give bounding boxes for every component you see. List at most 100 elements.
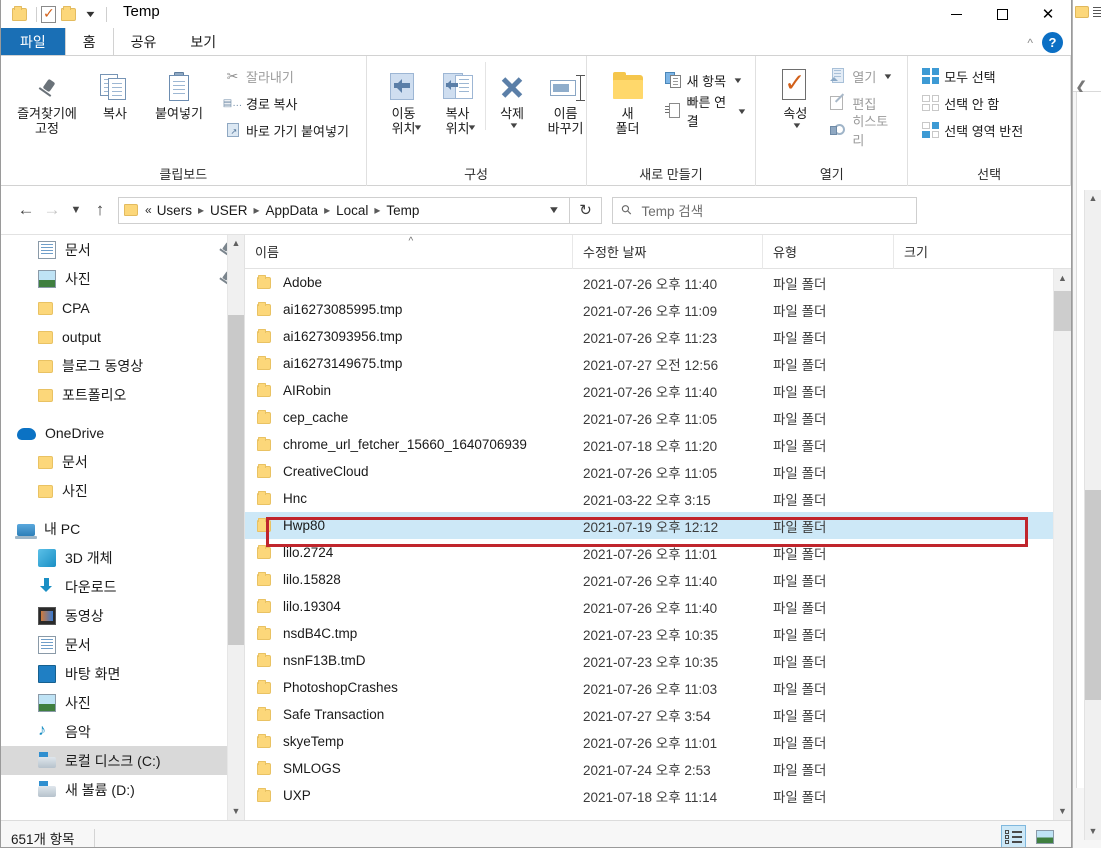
column-header-size[interactable]: 크기 xyxy=(894,235,1004,269)
open-button[interactable]: 열기 ▼ xyxy=(828,64,900,88)
chevron-down-icon[interactable]: ▼ xyxy=(228,803,244,820)
up-button[interactable]: ↑ xyxy=(87,196,113,224)
breadcrumb-item-user[interactable]: USER xyxy=(210,203,248,218)
details-view-button[interactable] xyxy=(1001,825,1026,847)
breadcrumb-item-appdata[interactable]: AppData xyxy=(266,203,319,218)
sidebar-item-onedrive[interactable]: OneDrive xyxy=(1,418,244,447)
table-row[interactable]: CreativeCloud 2021-07-26 오후 11:05 파일 폴더 xyxy=(245,458,1053,485)
chevron-up-icon[interactable]: ▲ xyxy=(1085,190,1101,207)
background-window-scrollbar[interactable]: ▲ ▼ xyxy=(1084,190,1101,840)
sidebar-item-portfolio[interactable]: 포트폴리오 xyxy=(1,380,244,409)
chevron-up-icon[interactable]: ▲ xyxy=(228,235,244,252)
properties-icon[interactable] xyxy=(41,5,56,23)
history-button[interactable]: 히스토리 xyxy=(828,114,900,148)
table-row[interactable]: ai16273093956.tmp 2021-07-26 오후 11:23 파일 폴… xyxy=(245,323,1053,350)
rename-button[interactable]: 이름 바꾸기 xyxy=(539,62,593,136)
tab-home[interactable]: 홈 xyxy=(64,28,114,55)
chevron-down-icon[interactable]: ▼ xyxy=(508,121,519,130)
tab-file[interactable]: 파일 xyxy=(1,28,65,55)
sidebar-item-blog-video[interactable]: 블로그 동영상 xyxy=(1,351,244,380)
chevron-down-icon[interactable]: ▼ xyxy=(791,121,802,130)
chevron-up-icon[interactable]: ▲ xyxy=(1054,269,1071,287)
sidebar-item-3d-objects[interactable]: 3D 개체 xyxy=(1,543,244,572)
navigation-pane[interactable]: 문서 사진 CPA output 블로그 동영상 포트폴리오 OneDrive … xyxy=(1,235,244,820)
table-row[interactable]: Hnc 2021-03-22 오후 3:15 파일 폴더 xyxy=(245,485,1053,512)
sidebar-item-new-volume-d[interactable]: 새 볼륨 (D:) xyxy=(1,775,244,804)
sidebar-item-this-pc[interactable]: 내 PC xyxy=(1,514,244,543)
chevron-down-icon[interactable]: ▼ xyxy=(412,123,423,132)
move-to-button[interactable]: 이동 위치 ▼ xyxy=(377,62,431,136)
sidebar-item-cpa[interactable]: CPA xyxy=(1,293,244,322)
address-input[interactable]: « Users ▸ USER ▸ AppData ▸ Local ▸ Temp … xyxy=(118,196,570,224)
column-header-name[interactable]: ^ 이름 xyxy=(245,235,573,269)
paste-button[interactable]: 붙여넣기 xyxy=(144,62,214,121)
sidebar-item-desktop[interactable]: 바탕 화면 xyxy=(1,659,244,688)
sidebar-item-onedrive-documents[interactable]: 문서 xyxy=(1,447,244,476)
sidebar-item-output[interactable]: output xyxy=(1,322,244,351)
select-all-button[interactable]: 모두 선택 xyxy=(920,64,1025,88)
folder-icon[interactable] xyxy=(12,5,27,21)
collapse-ribbon-button[interactable]: ^ xyxy=(1027,36,1033,50)
column-header-date-modified[interactable]: 수정한 날짜 xyxy=(573,235,763,269)
table-row[interactable]: skyeTemp 2021-07-26 오후 11:01 파일 폴더 xyxy=(245,728,1053,755)
sidebar-item-documents-qa[interactable]: 문서 xyxy=(1,235,244,264)
table-row[interactable]: Adobe 2021-07-26 오후 11:40 파일 폴더 xyxy=(245,269,1053,296)
scrollbar-thumb[interactable] xyxy=(1085,490,1101,700)
sidebar-item-videos[interactable]: 동영상 xyxy=(1,601,244,630)
chevron-right-icon[interactable]: ▸ xyxy=(324,203,330,217)
sidebar-item-documents[interactable]: 문서 xyxy=(1,630,244,659)
table-row[interactable]: SMLOGS 2021-07-24 오후 2:53 파일 폴더 xyxy=(245,755,1053,782)
paste-shortcut-button[interactable]: ↗ 바로 가기 붙여넣기 xyxy=(222,118,351,142)
help-icon[interactable]: ? xyxy=(1042,32,1063,53)
new-item-button[interactable]: 새 항목 ▼ xyxy=(663,68,749,92)
pin-to-quick-access-button[interactable]: 즐겨찾기에 고정 xyxy=(8,62,86,136)
refresh-button[interactable]: ↻ xyxy=(570,196,602,224)
chevron-right-icon[interactable]: ▸ xyxy=(254,203,260,217)
table-row[interactable]: lilo.2724 2021-07-26 오후 11:01 파일 폴더 xyxy=(245,539,1053,566)
sidebar-item-downloads[interactable]: 다운로드 xyxy=(1,572,244,601)
copy-to-button[interactable]: 복사 위치 ▼ xyxy=(431,62,485,136)
table-row[interactable]: AIRobin 2021-07-26 오후 11:40 파일 폴더 xyxy=(245,377,1053,404)
background-window[interactable]: ❮ ? ▲ ▼ xyxy=(1072,0,1101,848)
easy-access-button[interactable]: 빠른 연결 ▼ xyxy=(663,95,749,129)
file-list-scrollbar[interactable]: ▲ ▼ xyxy=(1053,269,1071,820)
chevron-down-icon[interactable]: ▼ xyxy=(1054,802,1071,820)
chevron-down-icon[interactable]: ▼ xyxy=(541,205,567,216)
properties-button[interactable]: ✓ 속성 ▼ xyxy=(768,62,822,130)
chevron-down-icon[interactable]: ▼ xyxy=(732,76,743,85)
breadcrumb-item-local[interactable]: Local xyxy=(336,203,368,218)
close-button[interactable]: ✕ xyxy=(1025,0,1071,28)
table-row[interactable]: ai16273085995.tmp 2021-07-26 오후 11:09 파일 폴… xyxy=(245,296,1053,323)
scrollbar-thumb[interactable] xyxy=(1054,291,1071,331)
copy-path-button[interactable]: ▤… 경로 복사 xyxy=(222,91,351,115)
maximize-button[interactable] xyxy=(979,0,1025,28)
chevron-right-icon[interactable]: ▸ xyxy=(374,203,380,217)
table-row[interactable]: nsdB4C.tmp 2021-07-23 오후 10:35 파일 폴더 xyxy=(245,620,1053,647)
tab-view[interactable]: 보기 xyxy=(173,28,233,55)
table-row[interactable]: ai16273149675.tmp 2021-07-27 오전 12:56 파일 폴… xyxy=(245,350,1053,377)
table-row[interactable]: chrome_url_fetcher_15660_1640706939 2021-… xyxy=(245,431,1053,458)
chevron-right-icon[interactable]: ▸ xyxy=(198,203,204,217)
navigation-pane-scrollbar[interactable]: ▲ ▼ xyxy=(227,235,244,820)
chevron-down-icon[interactable]: ▼ xyxy=(883,72,894,81)
table-row[interactable]: Hwp80 2021-07-19 오후 12:12 파일 폴더 xyxy=(245,512,1053,539)
cut-button[interactable]: ✂ 잘라내기 xyxy=(222,64,351,88)
back-button[interactable]: ← xyxy=(13,196,39,224)
chevron-down-icon[interactable]: ▼ xyxy=(737,107,748,116)
large-icons-view-button[interactable] xyxy=(1032,825,1057,847)
breadcrumb-item-temp[interactable]: Temp xyxy=(386,203,419,218)
table-row[interactable]: Safe Transaction 2021-07-27 오후 3:54 파일 폴더 xyxy=(245,701,1053,728)
search-input[interactable]: Temp 검색 xyxy=(642,200,704,220)
table-row[interactable]: lilo.19304 2021-07-26 오후 11:40 파일 폴더 xyxy=(245,593,1053,620)
search-box[interactable]: ⚲ Temp 검색 xyxy=(612,196,917,224)
sidebar-item-local-disk-c[interactable]: 로컬 디스크 (C:) xyxy=(1,746,244,775)
file-list-pane[interactable]: ^ 이름 수정한 날짜 유형 크기 Adobe 2021-07-26 오후 11:… xyxy=(244,235,1071,820)
breadcrumb-overflow[interactable]: « xyxy=(145,203,152,217)
recent-locations-button[interactable]: ▼ xyxy=(65,196,87,224)
new-folder-icon[interactable] xyxy=(61,5,76,21)
delete-button[interactable]: 삭제 ▼ xyxy=(484,62,539,130)
invert-selection-button[interactable]: 선택 영역 반전 xyxy=(920,118,1025,142)
table-row[interactable]: UXP 2021-07-18 오후 11:14 파일 폴더 xyxy=(245,782,1053,809)
copy-button[interactable]: 복사 xyxy=(86,62,144,121)
new-folder-button[interactable]: 새 폴더 xyxy=(601,62,655,136)
